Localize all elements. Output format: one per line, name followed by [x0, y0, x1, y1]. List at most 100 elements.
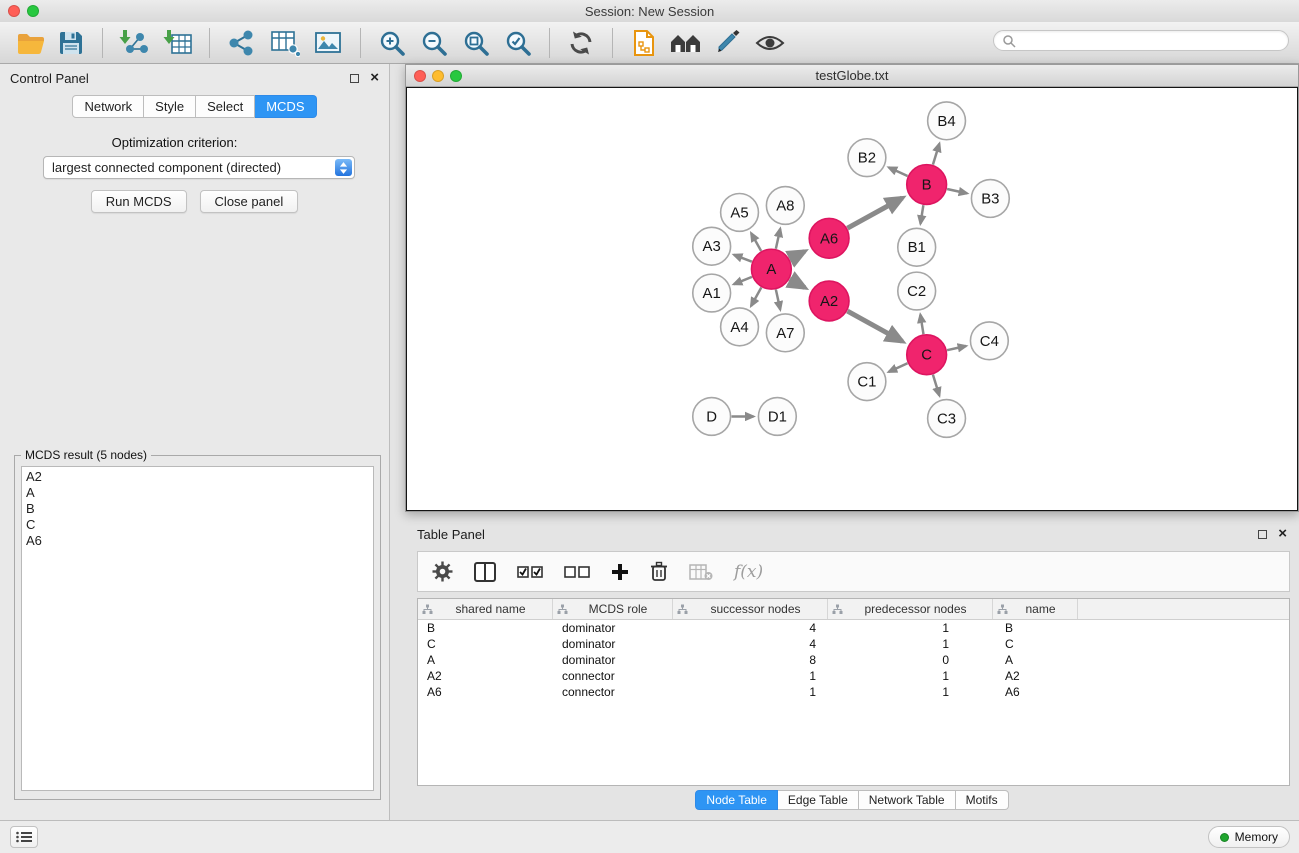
- tab-network[interactable]: Network: [72, 95, 144, 118]
- column-header-predecessor-nodes[interactable]: predecessor nodes: [828, 599, 993, 619]
- table-settings-button[interactable]: [432, 561, 453, 582]
- graph-edge-C-C2[interactable]: [920, 315, 923, 335]
- mcds-result-item[interactable]: C: [26, 517, 373, 533]
- style-brush-button[interactable]: [711, 26, 745, 60]
- tab-select[interactable]: Select: [196, 95, 255, 118]
- column-header-MCDS-role[interactable]: MCDS role: [553, 599, 673, 619]
- graph-edge-A-A4[interactable]: [751, 287, 761, 306]
- criterion-select[interactable]: largest connected component (directed): [43, 156, 355, 179]
- graph-node-A8[interactable]: A8: [766, 187, 804, 225]
- graph-node-A3[interactable]: A3: [693, 227, 731, 265]
- graph-edge-A-A3[interactable]: [734, 255, 752, 262]
- table-row[interactable]: A2connector11A2: [418, 668, 1289, 684]
- delete-column-button[interactable]: [650, 561, 668, 582]
- graph-node-A1[interactable]: A1: [693, 274, 731, 312]
- add-column-button[interactable]: [611, 563, 629, 581]
- column-header-shared-name[interactable]: shared name: [418, 599, 553, 619]
- table-row[interactable]: Cdominator41C: [418, 636, 1289, 652]
- graph-node-C2[interactable]: C2: [898, 272, 936, 310]
- clipboard-document-button[interactable]: [627, 26, 661, 60]
- graph-edge-C-C4[interactable]: [947, 346, 966, 350]
- float-panel-icon[interactable]: [1258, 530, 1267, 539]
- function-builder-button[interactable]: f(x): [734, 562, 763, 582]
- graph-node-B3[interactable]: B3: [971, 180, 1009, 218]
- graph-edge-B-B1[interactable]: [920, 205, 923, 224]
- graph-node-B1[interactable]: B1: [898, 228, 936, 266]
- close-panel-icon[interactable]: ×: [370, 73, 379, 83]
- panel-selector-button[interactable]: [10, 826, 38, 848]
- graph-edge-C-C1[interactable]: [889, 363, 908, 372]
- show-columns-button[interactable]: [474, 562, 496, 582]
- graph-edge-A-A8[interactable]: [776, 229, 780, 249]
- graph-node-A6[interactable]: A6: [809, 218, 849, 258]
- show-hide-button[interactable]: [753, 26, 787, 60]
- graph-edge-C-C3[interactable]: [933, 375, 939, 396]
- graph-edge-A6-B[interactable]: [847, 198, 902, 228]
- mcds-result-item[interactable]: B: [26, 501, 373, 517]
- mcds-result-item[interactable]: A2: [26, 469, 373, 485]
- graph-node-B[interactable]: B: [907, 165, 947, 205]
- graph-edge-B-B2[interactable]: [889, 167, 908, 176]
- zoom-fit-button[interactable]: [459, 26, 493, 60]
- tab-motifs[interactable]: Motifs: [956, 790, 1009, 810]
- graph-node-D[interactable]: D: [693, 398, 731, 436]
- network-tools-button[interactable]: [224, 26, 258, 60]
- tab-edge-table[interactable]: Edge Table: [778, 790, 859, 810]
- zoom-selected-button[interactable]: [501, 26, 535, 60]
- refresh-button[interactable]: [564, 26, 598, 60]
- network-window-titlebar[interactable]: testGlobe.txt: [406, 65, 1298, 87]
- network-graph[interactable]: AA1A2A3A4A5A6A7A8BB1B2B3B4CC1C2C3C4DD1: [407, 88, 1297, 510]
- graph-edge-A-A6[interactable]: [790, 251, 805, 259]
- minimize-window-icon[interactable]: [432, 70, 444, 82]
- graph-node-A7[interactable]: A7: [766, 314, 804, 352]
- graph-edge-A-A1[interactable]: [734, 277, 752, 284]
- deselect-all-button[interactable]: [564, 565, 590, 579]
- graph-node-C1[interactable]: C1: [848, 363, 886, 401]
- open-session-button[interactable]: [14, 26, 48, 60]
- zoom-in-button[interactable]: [375, 26, 409, 60]
- close-window-icon[interactable]: [8, 5, 20, 17]
- graph-node-A4[interactable]: A4: [721, 308, 759, 346]
- float-panel-icon[interactable]: [350, 74, 359, 83]
- import-network-button[interactable]: [117, 26, 151, 60]
- tab-node-table[interactable]: Node Table: [695, 790, 778, 810]
- graph-node-C[interactable]: C: [907, 335, 947, 375]
- search-input[interactable]: [1021, 34, 1280, 48]
- select-all-button[interactable]: [517, 565, 543, 579]
- column-header-successor-nodes[interactable]: successor nodes: [673, 599, 828, 619]
- import-table-button[interactable]: [161, 26, 195, 60]
- tab-network-table[interactable]: Network Table: [859, 790, 956, 810]
- table-row[interactable]: Adominator80A: [418, 652, 1289, 668]
- table-row[interactable]: A6connector11A6: [418, 684, 1289, 700]
- tab-mcds[interactable]: MCDS: [255, 95, 316, 118]
- network-table-button[interactable]: [268, 26, 302, 60]
- run-mcds-button[interactable]: Run MCDS: [91, 190, 187, 213]
- graph-edge-B-B3[interactable]: [947, 189, 967, 193]
- graph-node-A5[interactable]: A5: [721, 194, 759, 232]
- zoom-out-button[interactable]: [417, 26, 451, 60]
- graph-edge-A-A5[interactable]: [751, 233, 761, 251]
- export-image-button[interactable]: [312, 26, 346, 60]
- table-row[interactable]: Bdominator41B: [418, 620, 1289, 636]
- graph-edge-A2-C[interactable]: [847, 311, 902, 341]
- home-button[interactable]: [669, 26, 703, 60]
- zoom-window-icon[interactable]: [450, 70, 462, 82]
- close-panel-button[interactable]: Close panel: [200, 190, 299, 213]
- graph-node-A2[interactable]: A2: [809, 281, 849, 321]
- graph-edge-A-A7[interactable]: [776, 290, 780, 310]
- mcds-result-item[interactable]: A: [26, 485, 373, 501]
- tab-style[interactable]: Style: [144, 95, 196, 118]
- graph-node-C3[interactable]: C3: [928, 400, 966, 438]
- mcds-result-item[interactable]: A6: [26, 533, 373, 549]
- graph-node-C4[interactable]: C4: [970, 322, 1008, 360]
- close-window-icon[interactable]: [414, 70, 426, 82]
- graph-node-B2[interactable]: B2: [848, 139, 886, 177]
- network-canvas[interactable]: AA1A2A3A4A5A6A7A8BB1B2B3B4CC1C2C3C4DD1: [406, 87, 1298, 511]
- save-session-button[interactable]: [54, 26, 88, 60]
- delete-table-button[interactable]: [689, 563, 713, 581]
- graph-edge-B-B4[interactable]: [933, 144, 939, 165]
- graph-node-B4[interactable]: B4: [928, 102, 966, 140]
- mcds-result-list[interactable]: A2ABCA6: [21, 466, 374, 791]
- graph-node-D1[interactable]: D1: [758, 398, 796, 436]
- graph-edge-A-A2[interactable]: [790, 279, 805, 287]
